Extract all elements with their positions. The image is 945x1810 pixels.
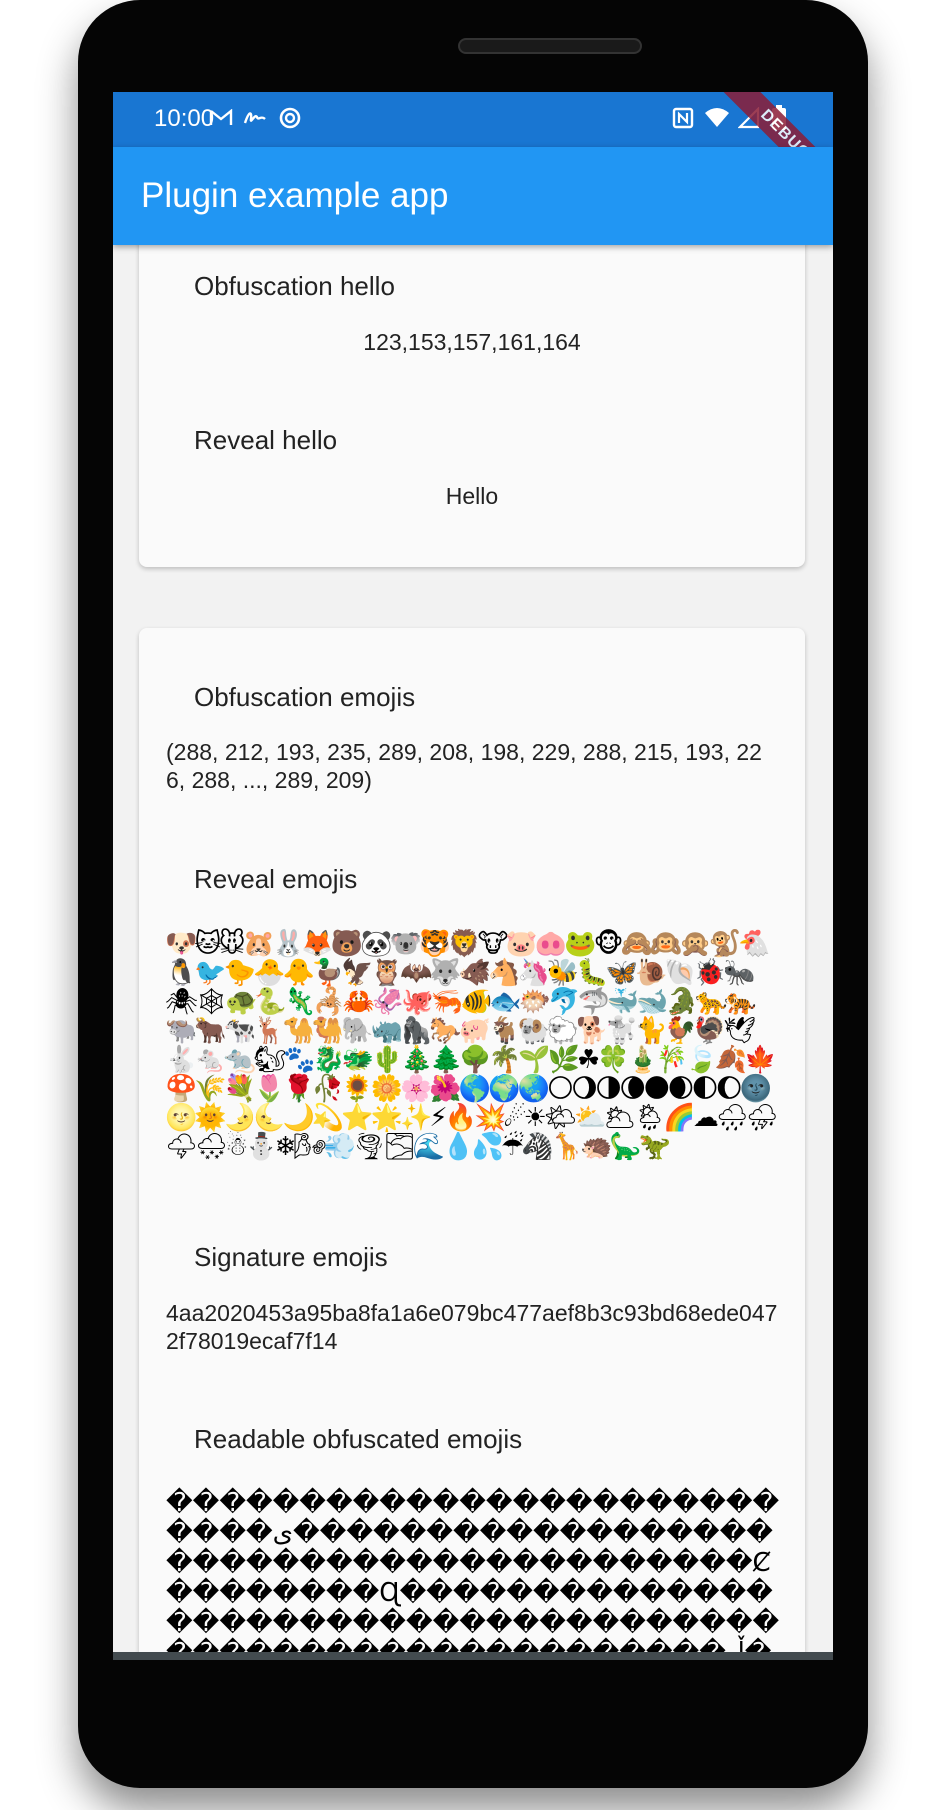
hello-card: Obfuscation hello 123,153,157,161,164 Re…: [139, 245, 805, 567]
signature-emojis-title: Signature emojis: [194, 1242, 388, 1272]
sync-icon: [276, 104, 304, 132]
device-screen: 10:00 DEBUG Plugin example app Obfuscati…: [113, 92, 833, 1660]
speaker-grille: [458, 38, 642, 54]
readable-obfuscated-emojis-title: Readable obfuscated emojis: [194, 1424, 523, 1454]
reveal-hello-title: Reveal hello: [194, 425, 338, 455]
reveal-emojis-value: 🐶🐱🐭🐹🐰🦊🐻🐼🐨🐯🦁🐮🐷🐽🐸🐵🙈🙉🙊🐒🐔🐧🐦🐤🐣🐥🦆🦅🦉🦇🐺🐗🐴🦄🐝🐛🦋🐌🐚🐞…: [165, 929, 779, 1162]
reveal-hello-value: Hello: [445, 483, 499, 509]
emojis-card: Obfuscation emojis (288, 212, 193, 235, …: [139, 628, 805, 1660]
nfc-icon: [669, 104, 697, 132]
scroll-content[interactable]: Obfuscation hello 123,153,157,161,164 Re…: [113, 245, 833, 1660]
signature-emojis-value: 4aa2020453a95ba8fa1a6e079bc477aef8b3c93b…: [166, 1300, 778, 1354]
obfuscation-hello-title: Obfuscation hello: [194, 271, 395, 301]
status-time: 10:00: [154, 105, 215, 132]
gmail-icon: [207, 104, 235, 132]
obfuscation-hello-value: 123,153,157,161,164: [363, 329, 581, 355]
app-bar: Plugin example app: [113, 147, 833, 245]
obfuscation-emojis-title: Obfuscation emojis: [194, 682, 416, 712]
status-bar: 10:00 DEBUG: [113, 92, 833, 215]
obfuscation-emojis-value: (288, 212, 193, 235, 289, 208, 198, 229,…: [166, 739, 762, 793]
signature-icon: [241, 104, 269, 132]
wifi-icon: [703, 104, 731, 132]
readable-obfuscated-emojis-value: ���������������������������ی������������…: [166, 1488, 780, 1660]
app-title: Plugin example app: [141, 176, 449, 215]
reveal-emojis-title: Reveal emojis: [194, 864, 358, 894]
navigation-bar: [113, 1652, 833, 1660]
